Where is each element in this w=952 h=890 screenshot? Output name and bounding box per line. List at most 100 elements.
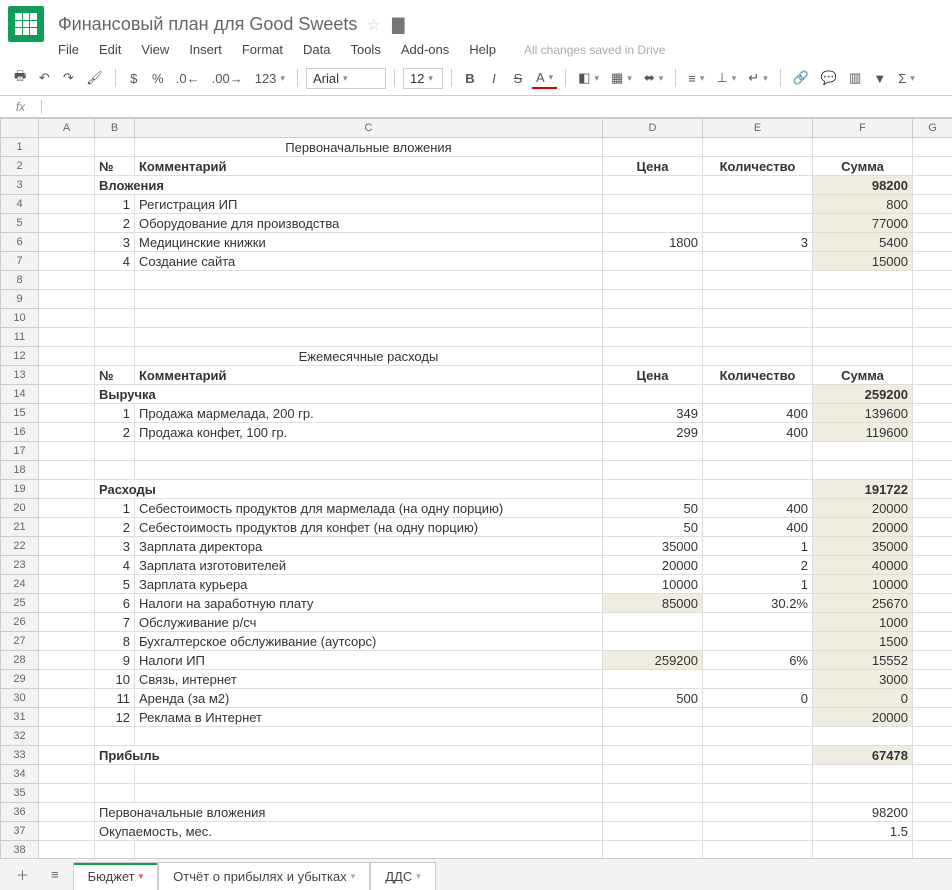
row-header[interactable]: 27 xyxy=(1,632,39,651)
cell[interactable]: 20000 xyxy=(813,499,913,518)
cell[interactable]: 5 xyxy=(95,575,135,594)
cell[interactable] xyxy=(913,290,952,309)
cell[interactable]: Первоначальные вложения xyxy=(135,138,603,157)
col-header[interactable] xyxy=(1,119,39,138)
row-header[interactable]: 10 xyxy=(1,309,39,328)
row-header[interactable]: 12 xyxy=(1,347,39,366)
row-header[interactable]: 14 xyxy=(1,385,39,404)
cell[interactable] xyxy=(39,442,95,461)
cell[interactable] xyxy=(703,271,813,290)
cell[interactable] xyxy=(603,632,703,651)
cell[interactable] xyxy=(39,138,95,157)
cell[interactable]: Окупаемость, мес. xyxy=(95,822,603,841)
cell[interactable]: 25670 xyxy=(813,594,913,613)
col-header[interactable]: G xyxy=(913,119,952,138)
cell[interactable]: Реклама в Интернет xyxy=(135,708,603,727)
row-header[interactable]: 25 xyxy=(1,594,39,613)
row-header[interactable]: 35 xyxy=(1,784,39,803)
spreadsheet-grid[interactable]: ABCDEFG 1Первоначальные вложения2№Коммен… xyxy=(0,118,952,860)
row-header[interactable]: 34 xyxy=(1,765,39,784)
cell[interactable] xyxy=(39,518,95,537)
cell[interactable] xyxy=(39,347,95,366)
cell[interactable]: 12 xyxy=(95,708,135,727)
cell[interactable]: 77000 xyxy=(813,214,913,233)
cell[interactable] xyxy=(913,347,952,366)
cell[interactable]: Сумма xyxy=(813,366,913,385)
cell[interactable]: 299 xyxy=(603,423,703,442)
cell[interactable]: Зарплата изготовителей xyxy=(135,556,603,575)
row-header[interactable]: 3 xyxy=(1,176,39,195)
cell[interactable] xyxy=(913,765,952,784)
cell[interactable] xyxy=(913,233,952,252)
cell[interactable] xyxy=(135,765,603,784)
number-format[interactable]: 123 xyxy=(251,67,289,89)
print-icon[interactable]: 🖶 xyxy=(10,67,30,89)
menu-data[interactable]: Data xyxy=(303,42,330,57)
cell[interactable] xyxy=(39,556,95,575)
cell[interactable]: 3000 xyxy=(813,670,913,689)
cell[interactable]: 139600 xyxy=(813,404,913,423)
cell[interactable]: Прибыль xyxy=(95,746,603,765)
cell[interactable] xyxy=(95,784,135,803)
cell[interactable]: 7 xyxy=(95,613,135,632)
cell[interactable] xyxy=(135,461,603,480)
cell[interactable]: 1 xyxy=(703,575,813,594)
cell[interactable]: 2 xyxy=(703,556,813,575)
cell[interactable] xyxy=(913,746,952,765)
cell[interactable] xyxy=(135,271,603,290)
cell[interactable]: 15552 xyxy=(813,651,913,670)
cell[interactable] xyxy=(913,366,952,385)
cell[interactable] xyxy=(913,556,952,575)
cell[interactable] xyxy=(813,347,913,366)
cell[interactable] xyxy=(603,670,703,689)
cell[interactable] xyxy=(813,290,913,309)
cell[interactable]: 800 xyxy=(813,195,913,214)
cell[interactable] xyxy=(913,214,952,233)
cell[interactable] xyxy=(913,404,952,423)
add-sheet-button[interactable]: ＋ xyxy=(8,861,37,888)
row-header[interactable]: 7 xyxy=(1,252,39,271)
cell[interactable]: Обслуживание р/сч xyxy=(135,613,603,632)
cell[interactable] xyxy=(703,176,813,195)
column-headers[interactable]: ABCDEFG xyxy=(1,119,952,138)
cell[interactable] xyxy=(703,822,813,841)
cell[interactable] xyxy=(603,765,703,784)
cell[interactable]: 500 xyxy=(603,689,703,708)
cell[interactable]: 67478 xyxy=(813,746,913,765)
cell[interactable] xyxy=(39,176,95,195)
cell[interactable] xyxy=(603,803,703,822)
cell[interactable]: Количество xyxy=(703,366,813,385)
cell[interactable]: 2 xyxy=(95,214,135,233)
currency-icon[interactable]: $ xyxy=(124,67,144,89)
cell[interactable]: Связь, интернет xyxy=(135,670,603,689)
cell[interactable]: Первоначальные вложения xyxy=(95,803,603,822)
fill-color-icon[interactable]: ◧ xyxy=(574,67,603,89)
cell[interactable]: Налоги ИП xyxy=(135,651,603,670)
cell[interactable] xyxy=(913,518,952,537)
cell[interactable] xyxy=(603,613,703,632)
col-header[interactable]: B xyxy=(95,119,135,138)
cell[interactable] xyxy=(95,841,135,860)
cell[interactable]: 10000 xyxy=(813,575,913,594)
cell[interactable] xyxy=(603,214,703,233)
cell[interactable] xyxy=(603,252,703,271)
cell[interactable] xyxy=(913,651,952,670)
cell[interactable] xyxy=(913,499,952,518)
cell[interactable]: 5400 xyxy=(813,233,913,252)
cell[interactable]: 20000 xyxy=(813,518,913,537)
cell[interactable]: 50 xyxy=(603,518,703,537)
cell[interactable] xyxy=(95,309,135,328)
undo-icon[interactable]: ↶ xyxy=(34,67,54,89)
cell[interactable] xyxy=(703,765,813,784)
cell[interactable] xyxy=(913,157,952,176)
valign-icon[interactable]: ⊥ xyxy=(712,67,740,89)
borders-icon[interactable]: ▦ xyxy=(607,67,636,89)
cell[interactable] xyxy=(913,328,952,347)
folder-icon[interactable]: ▇ xyxy=(392,17,404,34)
cell[interactable] xyxy=(913,138,952,157)
cell[interactable]: 9 xyxy=(95,651,135,670)
sheet-tab[interactable]: Отчёт о прибылях и убытках▾ xyxy=(158,862,370,890)
text-color-icon[interactable]: A xyxy=(532,67,557,89)
all-sheets-button[interactable]: ≡ xyxy=(43,863,67,886)
cell[interactable]: Себестоимость продуктов для конфет (на о… xyxy=(135,518,603,537)
